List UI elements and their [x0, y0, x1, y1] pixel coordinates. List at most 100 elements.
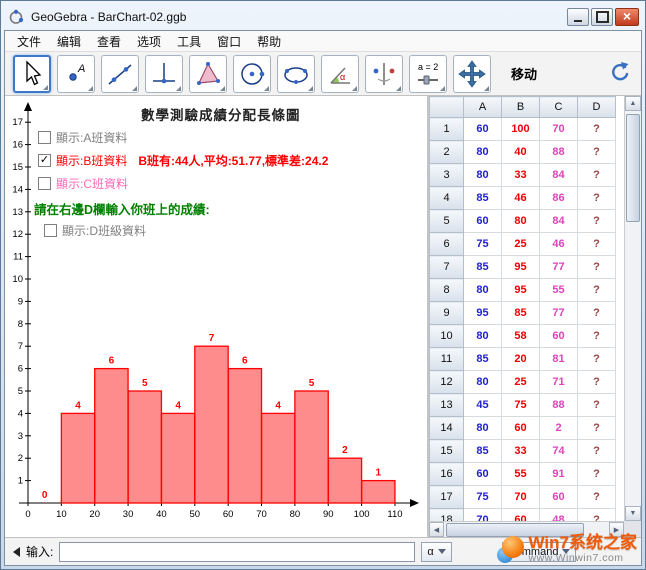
row-header-12[interactable]: 12	[430, 371, 464, 394]
cell-D5[interactable]: ?	[578, 210, 616, 233]
bar-10-20[interactable]	[61, 413, 94, 503]
cell-B17[interactable]: 70	[502, 486, 540, 509]
cell-A13[interactable]: 45	[464, 394, 502, 417]
cell-B12[interactable]: 25	[502, 371, 540, 394]
menu-options[interactable]: 选项	[129, 31, 169, 52]
row-header-16[interactable]: 16	[430, 463, 464, 486]
tool-dropdown-arrow-icon[interactable]	[352, 86, 357, 91]
tool-dropdown-arrow-icon[interactable]	[308, 86, 313, 91]
cell-D13[interactable]: ?	[578, 394, 616, 417]
cell-D7[interactable]: ?	[578, 256, 616, 279]
tool-dropdown-arrow-icon[interactable]	[43, 85, 48, 90]
app-icon[interactable]	[7, 8, 25, 26]
cell-D3[interactable]: ?	[578, 164, 616, 187]
ellipse-tool[interactable]	[277, 55, 315, 93]
point-tool[interactable]: A	[57, 55, 95, 93]
cell-C12[interactable]: 71	[540, 371, 578, 394]
symbol-dropdown[interactable]: α	[421, 542, 451, 562]
tool-dropdown-arrow-icon[interactable]	[440, 86, 445, 91]
cell-D11[interactable]: ?	[578, 348, 616, 371]
cell-D1[interactable]: ?	[578, 118, 616, 141]
cell-A6[interactable]: 75	[464, 233, 502, 256]
cell-A14[interactable]: 80	[464, 417, 502, 440]
cell-D4[interactable]: ?	[578, 187, 616, 210]
cell-A5[interactable]: 60	[464, 210, 502, 233]
cell-A1[interactable]: 60	[464, 118, 502, 141]
row-header-10[interactable]: 10	[430, 325, 464, 348]
cell-B5[interactable]: 80	[502, 210, 540, 233]
bar-90-100[interactable]	[328, 458, 361, 503]
cell-C10[interactable]: 60	[540, 325, 578, 348]
cell-D2[interactable]: ?	[578, 141, 616, 164]
row-header-1[interactable]: 1	[430, 118, 464, 141]
row-header-3[interactable]: 3	[430, 164, 464, 187]
row-header-11[interactable]: 11	[430, 348, 464, 371]
checkbox-c-class[interactable]: 顯示:C班資料	[38, 175, 128, 192]
row-header-9[interactable]: 9	[430, 302, 464, 325]
row-header-6[interactable]: 6	[430, 233, 464, 256]
slider-tool[interactable]: a = 2	[409, 55, 447, 93]
cell-A16[interactable]: 60	[464, 463, 502, 486]
tool-dropdown-arrow-icon[interactable]	[132, 86, 137, 91]
checkbox-d-class[interactable]: 顯示:D班級資料	[44, 222, 146, 239]
cell-D9[interactable]: ?	[578, 302, 616, 325]
maximize-button[interactable]	[591, 8, 613, 26]
checkbox-box-icon[interactable]	[44, 224, 57, 237]
checkbox-box-icon[interactable]: ✓	[38, 154, 51, 167]
circle-tool[interactable]	[233, 55, 271, 93]
cell-B4[interactable]: 46	[502, 187, 540, 210]
cell-C15[interactable]: 74	[540, 440, 578, 463]
undo-icon[interactable]	[607, 59, 633, 85]
cell-C2[interactable]: 88	[540, 141, 578, 164]
bar-60-70[interactable]	[228, 369, 261, 503]
cell-D8[interactable]: ?	[578, 279, 616, 302]
minimize-button[interactable]	[567, 8, 589, 26]
move-tool[interactable]	[13, 55, 51, 93]
tool-dropdown-arrow-icon[interactable]	[396, 86, 401, 91]
cell-A17[interactable]: 75	[464, 486, 502, 509]
cell-C16[interactable]: 91	[540, 463, 578, 486]
tool-dropdown-arrow-icon[interactable]	[264, 86, 269, 91]
tool-dropdown-arrow-icon[interactable]	[484, 86, 489, 91]
cell-B6[interactable]: 25	[502, 233, 540, 256]
row-header-8[interactable]: 8	[430, 279, 464, 302]
checkbox-box-icon[interactable]	[38, 177, 51, 190]
scroll-down-icon[interactable]: ▼	[625, 506, 641, 521]
cell-D12[interactable]: ?	[578, 371, 616, 394]
checkbox-box-icon[interactable]	[38, 131, 51, 144]
menu-edit[interactable]: 编辑	[49, 31, 89, 52]
cell-B1[interactable]: 100	[502, 118, 540, 141]
cell-A10[interactable]: 80	[464, 325, 502, 348]
checkbox-a-class[interactable]: 顯示:A班資料	[38, 129, 127, 146]
tool-dropdown-arrow-icon[interactable]	[220, 86, 225, 91]
titlebar[interactable]: GeoGebra - BarChart-02.ggb	[4, 4, 642, 30]
row-header-17[interactable]: 17	[430, 486, 464, 509]
graphics-view[interactable]: 0102030405060708090100110123456789101112…	[5, 96, 429, 537]
cell-B10[interactable]: 58	[502, 325, 540, 348]
cell-B9[interactable]: 85	[502, 302, 540, 325]
line-tool[interactable]	[101, 55, 139, 93]
cell-C3[interactable]: 84	[540, 164, 578, 187]
cell-B7[interactable]: 95	[502, 256, 540, 279]
close-button[interactable]	[615, 8, 639, 26]
row-header-7[interactable]: 7	[430, 256, 464, 279]
algebra-input-field[interactable]	[59, 542, 415, 562]
checkbox-b-class[interactable]: ✓顯示:B班資料B班有:44人,平均:51.77,標準差:24.2	[38, 152, 328, 169]
cell-B13[interactable]: 75	[502, 394, 540, 417]
cell-C7[interactable]: 77	[540, 256, 578, 279]
cell-B8[interactable]: 95	[502, 279, 540, 302]
menu-tools[interactable]: 工具	[169, 31, 209, 52]
cell-C11[interactable]: 81	[540, 348, 578, 371]
cell-A8[interactable]: 80	[464, 279, 502, 302]
cell-D17[interactable]: ?	[578, 486, 616, 509]
spreadsheet-view[interactable]: ABCD16010070?2804088?3803384?4854686?560…	[429, 96, 641, 537]
cell-C5[interactable]: 84	[540, 210, 578, 233]
column-header-A[interactable]: A	[464, 97, 502, 118]
bar-50-60[interactable]	[195, 346, 228, 503]
cell-C13[interactable]: 88	[540, 394, 578, 417]
cell-C1[interactable]: 70	[540, 118, 578, 141]
cell-A9[interactable]: 95	[464, 302, 502, 325]
bar-30-40[interactable]	[128, 391, 161, 503]
cell-A2[interactable]: 80	[464, 141, 502, 164]
inputbar-toggle-arrow[interactable]	[13, 547, 20, 557]
